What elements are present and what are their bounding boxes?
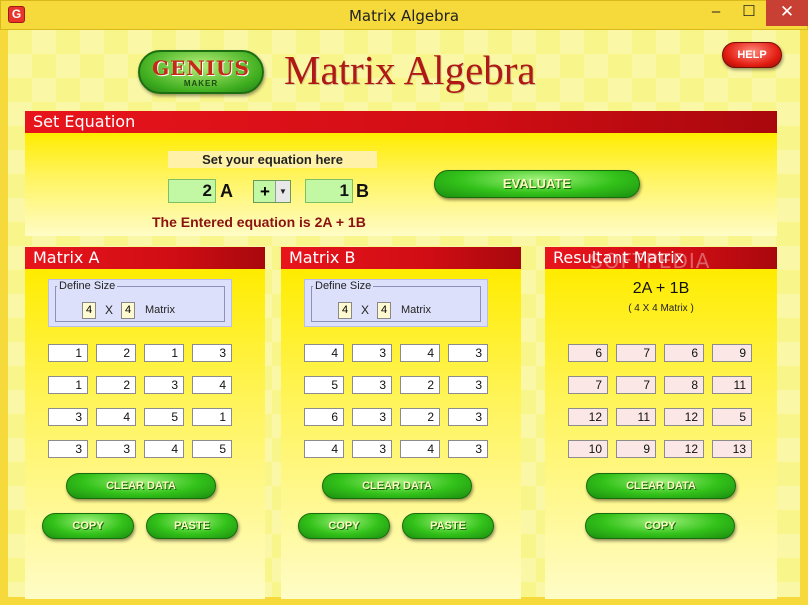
result-cell-r4c3[interactable]: 12 <box>664 440 704 458</box>
matrix-a-cell-r3c2[interactable]: 4 <box>96 408 136 426</box>
app-title: Matrix Algebra <box>284 47 536 93</box>
result-cell-r1c3[interactable]: 6 <box>664 344 704 362</box>
result-cell-r4c4[interactable]: 13 <box>712 440 752 458</box>
result-cell-r1c1[interactable]: 6 <box>568 344 608 362</box>
matrix-a-cell-r4c4[interactable]: 5 <box>192 440 232 458</box>
matrix-a-copy-button[interactable]: COPY <box>42 513 134 539</box>
size-separator: X <box>105 303 114 317</box>
variable-a-label: A <box>220 181 233 201</box>
matrix-a-cell-r3c3[interactable]: 5 <box>144 408 184 426</box>
result-copy-button[interactable]: COPY <box>585 513 735 539</box>
result-cell-r1c2[interactable]: 7 <box>616 344 656 362</box>
result-cell-r3c1[interactable]: 12 <box>568 408 608 426</box>
matrix-b-cell-r4c2[interactable]: 3 <box>352 440 392 458</box>
matrix-a-cell-r2c1[interactable]: 1 <box>48 376 88 394</box>
close-button[interactable]: ✕ <box>766 0 808 26</box>
matrix-a-cell-r2c2[interactable]: 2 <box>96 376 136 394</box>
chevron-down-icon[interactable]: ▼ <box>275 181 290 202</box>
window-frame-left <box>0 30 8 605</box>
result-clear-button[interactable]: CLEAR DATA <box>586 473 736 499</box>
matrix-a-cols-input[interactable]: 4 <box>121 302 135 319</box>
matrix-a-cell-r1c1[interactable]: 1 <box>48 344 88 362</box>
matrix-a-cell-r1c3[interactable]: 1 <box>144 344 184 362</box>
matrix-a-paste-button[interactable]: PASTE <box>146 513 238 539</box>
result-expression: 2A + 1B <box>632 280 690 297</box>
coefficient-b-input[interactable]: 1 <box>305 179 353 203</box>
set-equation-panel <box>25 133 777 236</box>
result-cell-r3c4[interactable]: 5 <box>712 408 752 426</box>
matrix-b-cell-r1c2[interactable]: 3 <box>352 344 392 362</box>
maximize-button[interactable]: ☐ <box>734 0 764 26</box>
matrix-a-cell-r3c1[interactable]: 3 <box>48 408 88 426</box>
matrix-a-cell-r4c2[interactable]: 3 <box>96 440 136 458</box>
matrix-b-cell-r2c2[interactable]: 3 <box>352 376 392 394</box>
operator-value: + <box>260 182 270 201</box>
matrix-a-header: Matrix A <box>25 247 265 269</box>
matrix-a-rows-input[interactable]: 4 <box>82 302 96 319</box>
matrix-word-label: Matrix <box>145 304 175 316</box>
result-cell-r2c2[interactable]: 7 <box>616 376 656 394</box>
size-separator: X <box>361 303 370 317</box>
genius-maker-logo: GENIUS MAKER <box>138 50 264 94</box>
matrix-b-cell-r2c4[interactable]: 3 <box>448 376 488 394</box>
matrix-b-cell-r4c1[interactable]: 4 <box>304 440 344 458</box>
matrix-b-cell-r4c4[interactable]: 3 <box>448 440 488 458</box>
result-size-label: ( 4 X 4 Matrix ) <box>628 303 694 314</box>
matrix-b-cell-r4c3[interactable]: 4 <box>400 440 440 458</box>
matrix-a-cell-r1c4[interactable]: 3 <box>192 344 232 362</box>
help-button[interactable]: HELP <box>722 42 782 68</box>
result-cell-r4c1[interactable]: 10 <box>568 440 608 458</box>
result-cell-r2c4[interactable]: 11 <box>712 376 752 394</box>
matrix-a-cell-r4c3[interactable]: 4 <box>144 440 184 458</box>
operator-select[interactable]: + ▼ <box>253 180 291 203</box>
matrix-b-header: Matrix B <box>281 247 521 269</box>
matrix-a-cell-r2c4[interactable]: 4 <box>192 376 232 394</box>
matrix-b-size-group: Define Size 4 X 4 Matrix <box>304 279 488 327</box>
window-title: Matrix Algebra <box>348 7 460 25</box>
matrix-a-cell-r4c1[interactable]: 3 <box>48 440 88 458</box>
result-cell-r1c4[interactable]: 9 <box>712 344 752 362</box>
matrix-word-label: Matrix <box>401 304 431 316</box>
matrix-b-copy-button[interactable]: COPY <box>298 513 390 539</box>
window-frame-right <box>800 30 808 605</box>
define-size-label: Define Size <box>57 280 118 292</box>
matrix-a-clear-button[interactable]: CLEAR DATA <box>66 473 216 499</box>
matrix-b-rows-input[interactable]: 4 <box>338 302 352 319</box>
result-cell-r2c1[interactable]: 7 <box>568 376 608 394</box>
logo-subtext: MAKER <box>183 79 219 88</box>
coefficient-a-input[interactable]: 2 <box>168 179 216 203</box>
matrix-a-cell-r3c4[interactable]: 1 <box>192 408 232 426</box>
evaluate-button[interactable]: EVALUATE <box>434 170 640 198</box>
matrix-b-paste-button[interactable]: PASTE <box>402 513 494 539</box>
logo-text: GENIUS <box>152 56 250 80</box>
define-size-label: Define Size <box>313 280 374 292</box>
matrix-b-clear-button[interactable]: CLEAR DATA <box>322 473 472 499</box>
set-equation-header: Set Equation <box>25 111 777 133</box>
result-cell-r2c3[interactable]: 8 <box>664 376 704 394</box>
variable-b-label: B <box>356 181 369 201</box>
matrix-a-cell-r1c2[interactable]: 2 <box>96 344 136 362</box>
result-cell-r3c3[interactable]: 12 <box>664 408 704 426</box>
minimize-button[interactable]: – <box>701 0 731 26</box>
matrix-b-cell-r2c1[interactable]: 5 <box>304 376 344 394</box>
result-cell-r3c2[interactable]: 11 <box>616 408 656 426</box>
matrix-b-cell-r1c3[interactable]: 4 <box>400 344 440 362</box>
watermark: SOFTPEDIA <box>590 249 711 273</box>
matrix-b-cell-r3c4[interactable]: 3 <box>448 408 488 426</box>
matrix-a-cell-r2c3[interactable]: 3 <box>144 376 184 394</box>
matrix-b-cell-r3c3[interactable]: 2 <box>400 408 440 426</box>
matrix-b-cols-input[interactable]: 4 <box>377 302 391 319</box>
matrix-b-cell-r2c3[interactable]: 2 <box>400 376 440 394</box>
matrix-b-cell-r3c1[interactable]: 6 <box>304 408 344 426</box>
matrix-b-cell-r3c2[interactable]: 3 <box>352 408 392 426</box>
result-cell-r4c2[interactable]: 9 <box>616 440 656 458</box>
equation-hint: Set your equation here <box>168 151 377 168</box>
matrix-b-cell-r1c1[interactable]: 4 <box>304 344 344 362</box>
resultant-matrix-panel <box>545 269 777 599</box>
entered-equation-text: The Entered equation is 2A + 1B <box>152 214 366 230</box>
matrix-b-cell-r1c4[interactable]: 3 <box>448 344 488 362</box>
matrix-a-size-group: Define Size 4 X 4 Matrix <box>48 279 232 327</box>
